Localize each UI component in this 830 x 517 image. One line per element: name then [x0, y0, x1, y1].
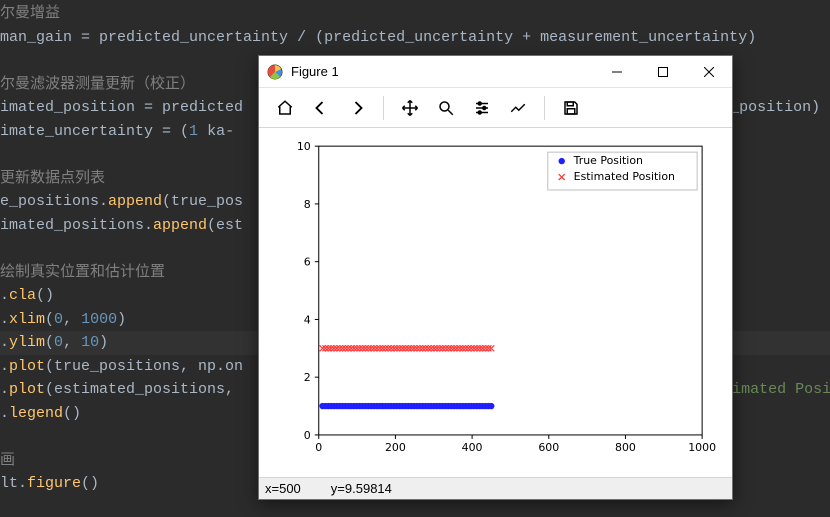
maximize-button[interactable]: [640, 56, 686, 88]
zoom-icon[interactable]: [432, 94, 460, 122]
svg-text:Estimated Position: Estimated Position: [574, 170, 675, 183]
edit-icon[interactable]: [504, 94, 532, 122]
svg-text:0: 0: [304, 429, 311, 442]
status-bar: x=500 y=9.59814: [259, 477, 732, 499]
svg-text:600: 600: [538, 441, 559, 454]
status-x: x=500: [265, 481, 301, 496]
status-y: y=9.59814: [331, 481, 392, 496]
toolbar-separator: [383, 96, 384, 120]
save-icon[interactable]: [557, 94, 585, 122]
chart: 0 200 400 600 800 1000 0 2 4 6 8 10 True Position Est…: [259, 128, 732, 477]
minimize-button[interactable]: [594, 56, 640, 88]
svg-text:400: 400: [462, 441, 483, 454]
toolbar-separator: [544, 96, 545, 120]
svg-text:0: 0: [315, 441, 322, 454]
plot-area[interactable]: 0 200 400 600 800 1000 0 2 4 6 8 10 True Position Est…: [259, 128, 732, 477]
code-line[interactable]: man_gain = predicted_uncertainty / (pred…: [0, 26, 830, 50]
code-line[interactable]: 尔曼增益: [0, 2, 830, 26]
figure-toolbar: [259, 88, 732, 128]
svg-text:8: 8: [304, 198, 311, 211]
forward-icon[interactable]: [343, 94, 371, 122]
svg-text:4: 4: [304, 313, 311, 326]
window-title: Figure 1: [291, 64, 339, 79]
svg-text:10: 10: [297, 140, 311, 153]
svg-text:1000: 1000: [688, 441, 716, 454]
svg-text:True Position: True Position: [573, 154, 643, 167]
pan-icon[interactable]: [396, 94, 424, 122]
svg-text:6: 6: [304, 256, 311, 269]
svg-text:200: 200: [385, 441, 406, 454]
configure-icon[interactable]: [468, 94, 496, 122]
svg-text:800: 800: [615, 441, 636, 454]
matplotlib-icon: [267, 64, 283, 80]
window-titlebar[interactable]: Figure 1: [259, 56, 732, 88]
home-icon[interactable]: [271, 94, 299, 122]
back-icon[interactable]: [307, 94, 335, 122]
svg-text:2: 2: [304, 371, 311, 384]
figure-window: Figure 1 0 200 400 600 800 1000 0 2 4 6 8 10 True Po…: [258, 55, 733, 500]
close-button[interactable]: [686, 56, 732, 88]
